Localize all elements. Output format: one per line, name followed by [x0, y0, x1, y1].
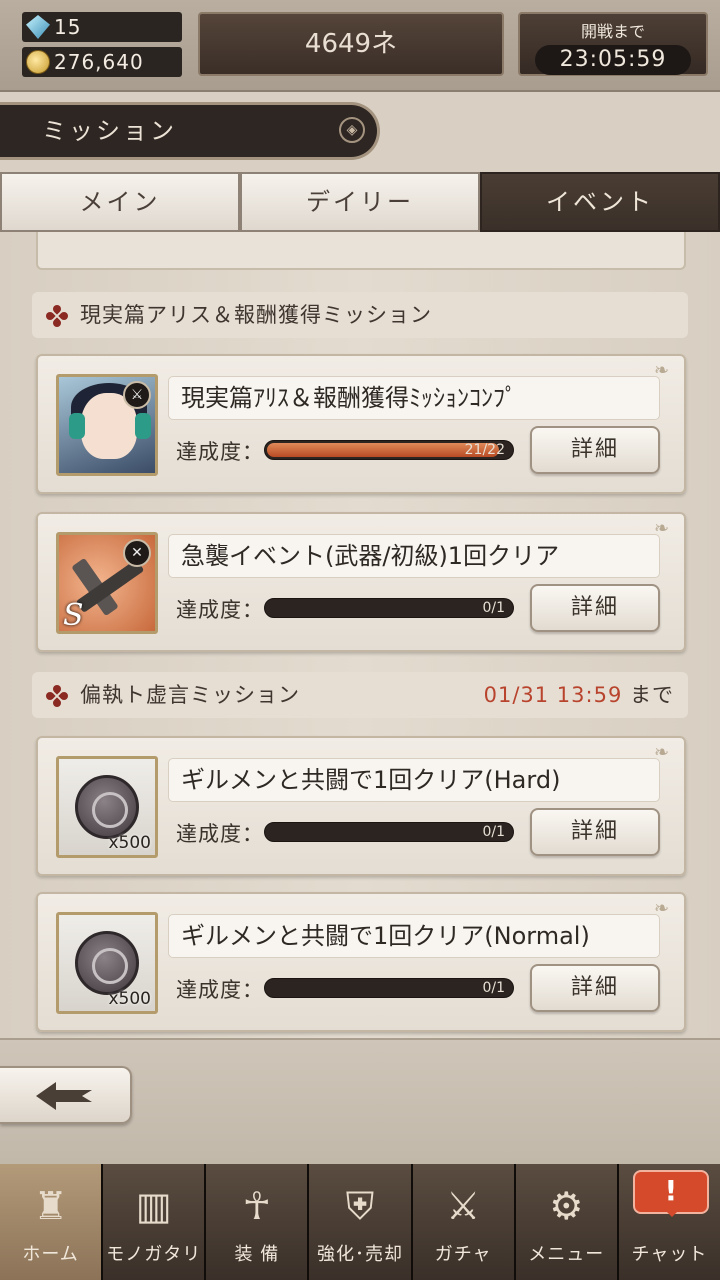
- deadline-date: 01/31 13:59: [483, 683, 623, 707]
- reward-thumbnail[interactable]: x500: [56, 912, 158, 1014]
- tab-daily[interactable]: デイリー: [240, 172, 480, 232]
- page-title-text: ミッション: [42, 117, 177, 145]
- back-button[interactable]: [0, 1066, 132, 1124]
- bottom-nav: ♜ ホーム ▥ モノガタリ ☥ 装 備 ⛨ 強化･売却 ⚔ ガチャ ⚙ メニュー…: [0, 1164, 720, 1280]
- progress-value: 0/1: [482, 600, 505, 616]
- rank-badge: S: [63, 598, 84, 633]
- sword-icon: ⚔: [123, 381, 151, 409]
- player-name[interactable]: 4649ネ: [198, 12, 504, 76]
- progress-bar: 21/22: [264, 440, 514, 460]
- progress-label: 達成度：: [176, 440, 264, 464]
- armor-icon: ⛨: [345, 1184, 375, 1228]
- progress-bar: 0/1: [264, 822, 514, 842]
- mission-card: ❧ ⚔ 現実篇ｱﾘｽ＆報酬獲得ﾐｯｼｮﾝｺﾝﾌﾟ 達成度： 21/22 詳細: [36, 354, 686, 494]
- nav-story[interactable]: ▥ モノガタリ: [103, 1164, 207, 1280]
- detail-button[interactable]: 詳細: [530, 584, 660, 632]
- mission-list[interactable]: x100 現実篇アリス＆報酬獲得ミッション ❧ ⚔ 現実篇ｱﾘｽ＆報酬獲得ﾐｯｼ…: [0, 232, 720, 1038]
- clover-icon: [44, 303, 70, 329]
- progress-value: 0/1: [482, 980, 505, 996]
- medal-icon: [75, 931, 139, 995]
- progress-label: 達成度：: [176, 598, 264, 622]
- mission-title: ギルメンと共闘で1回クリア(Normal): [168, 914, 660, 958]
- nav-label: 強化･売却: [316, 1244, 403, 1265]
- book-icon: ▥: [135, 1184, 172, 1228]
- mission-card: ❧ x500 ギルメンと共闘で1回クリア(Normal) 達成度： 0/1 詳細: [36, 892, 686, 1032]
- nav-menu[interactable]: ⚙ メニュー: [515, 1164, 619, 1280]
- nav-equipment[interactable]: ☥ 装 備: [206, 1164, 310, 1280]
- page-title: ミッション ◈: [0, 102, 380, 160]
- medal-icon: [75, 775, 139, 839]
- nav-home[interactable]: ♜ ホーム: [0, 1164, 104, 1280]
- battle-timer[interactable]: 開戦まで 23:05:59: [518, 12, 708, 76]
- scroll-icon: ◈: [339, 117, 365, 143]
- reward-quantity: x500: [108, 989, 151, 1009]
- coin-icon: [26, 50, 50, 74]
- nav-gacha[interactable]: ⚔ ガチャ: [412, 1164, 516, 1280]
- tab-event[interactable]: イベント: [480, 172, 720, 232]
- progress-label: 達成度：: [176, 978, 264, 1002]
- reward-thumbnail[interactable]: ✕ S: [56, 532, 158, 634]
- clover-icon: [44, 683, 70, 709]
- footer-area: [0, 1038, 720, 1164]
- reward-quantity: x500: [108, 833, 151, 853]
- coin-counter: 276,640: [22, 47, 182, 77]
- gears-icon: ⚙: [549, 1184, 584, 1228]
- mission-title: ギルメンと共闘で1回クリア(Hard): [168, 758, 660, 802]
- section-title: 偏執ト虚言ミッション: [80, 683, 300, 707]
- progress-bar: 0/1: [264, 598, 514, 618]
- puppet-icon: ☥: [242, 1184, 272, 1228]
- gem-counter: 15: [22, 12, 182, 42]
- tab-main[interactable]: メイン: [0, 172, 240, 232]
- nav-label: ホーム: [22, 1244, 79, 1265]
- section-deadline: 01/31 13:59 まで: [484, 672, 674, 718]
- gem-icon: [26, 15, 50, 39]
- nav-chat[interactable]: ! チャット: [618, 1164, 720, 1280]
- nav-label: チャット: [631, 1244, 708, 1265]
- swords-icon: ⚔: [446, 1184, 481, 1228]
- progress-bar: 0/1: [264, 978, 514, 998]
- coin-count: 276,640: [54, 50, 144, 74]
- status-bar: 15 276,640 4649ネ 開戦まで 23:05:59: [0, 0, 720, 92]
- chat-alert-icon: !: [632, 1170, 709, 1217]
- back-arrow-icon: [36, 1082, 92, 1110]
- crossbow-icon: ✕: [123, 539, 151, 567]
- detail-button[interactable]: 詳細: [530, 808, 660, 856]
- deadline-suffix: まで: [630, 683, 674, 707]
- progress-value: 21/22: [464, 442, 505, 458]
- nav-upgrade[interactable]: ⛨ 強化･売却: [309, 1164, 413, 1280]
- detail-button[interactable]: 詳細: [530, 964, 660, 1012]
- mission-card-partial: x100: [36, 232, 686, 270]
- castle-icon: ♜: [33, 1184, 68, 1228]
- mission-card: ❧ ✕ S 急襲イベント(武器/初級)1回クリア 達成度： 0/1 詳細: [36, 512, 686, 652]
- nav-label: メニュー: [528, 1244, 605, 1265]
- timer-label: 開戦まで: [580, 22, 645, 41]
- timer-value: 23:05:59: [535, 45, 691, 75]
- reward-thumbnail[interactable]: x500: [56, 756, 158, 858]
- gem-count: 15: [54, 15, 82, 39]
- mission-card: ❧ x500 ギルメンと共闘で1回クリア(Hard) 達成度： 0/1 詳細: [36, 736, 686, 876]
- nav-label: 装 備: [234, 1244, 280, 1265]
- detail-button[interactable]: 詳細: [530, 426, 660, 474]
- nav-label: モノガタリ: [106, 1244, 202, 1265]
- mission-title: 急襲イベント(武器/初級)1回クリア: [168, 534, 660, 578]
- progress-value: 0/1: [482, 824, 505, 840]
- progress-label: 達成度：: [176, 822, 264, 846]
- mission-tabs: メイン デイリー イベント: [0, 172, 720, 232]
- nav-label: ガチャ: [434, 1244, 492, 1265]
- section-title: 現実篇アリス＆報酬獲得ミッション: [80, 303, 432, 327]
- section-header: 偏執ト虚言ミッション 01/31 13:59 まで: [32, 672, 688, 718]
- reward-thumbnail[interactable]: ⚔: [56, 374, 158, 476]
- mission-title: 現実篇ｱﾘｽ＆報酬獲得ﾐｯｼｮﾝｺﾝﾌﾟ: [168, 376, 660, 420]
- section-header: 現実篇アリス＆報酬獲得ミッション: [32, 292, 688, 338]
